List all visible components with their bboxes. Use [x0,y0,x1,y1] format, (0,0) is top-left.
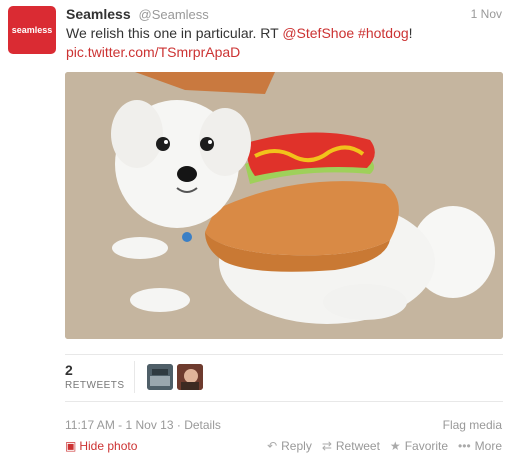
meta-separator: · [173,418,185,432]
more-label: More [474,439,502,453]
retweet-label: RETWEETS [65,380,125,391]
tweet-stats: 2 RETWEETS [65,355,503,401]
more-button[interactable]: ••• More [458,439,502,453]
divider [65,401,503,402]
mention-link[interactable]: @StefShoe [282,25,354,41]
ellipsis-icon: ••• [458,439,471,453]
star-icon: ★ [389,439,401,453]
reply-label: Reply [281,439,312,453]
dog-in-hotdog-costume-image [65,72,503,339]
favorite-label: Favorite [404,439,449,453]
fullname[interactable]: Seamless [66,6,131,22]
retweet-label: Retweet [335,439,380,453]
tweet-timestamp[interactable]: 1 Nov [471,7,502,21]
hide-photo-button[interactable]: ▣ Hide photo [65,439,137,453]
tweet-photo[interactable] [65,72,503,339]
retweet-button[interactable]: ⇄ Retweet [322,439,380,453]
tweet: seamless Seamless @Seamless 1 Nov We rel… [0,0,510,464]
photo-icon: ▣ [65,439,77,453]
tweet-meta: 11:17 AM - 1 Nov 13 · Details [65,418,221,432]
retweeter-avatar[interactable] [177,364,203,390]
reply-button[interactable]: ↶ Reply [267,439,312,453]
tweet-text-end: ! [408,25,413,41]
retweet-count[interactable]: 2 [65,362,73,378]
hide-photo-label: Hide photo [79,439,138,453]
stat-separator [134,361,135,393]
tweet-header: Seamless @Seamless [66,6,209,22]
tweet-actions: ↶ Reply ⇄ Retweet ★ Favorite ••• More [267,439,502,453]
tweet-text-body: We relish this one in particular. RT [66,25,283,41]
username[interactable]: @Seamless [139,7,209,22]
favorite-button[interactable]: ★ Favorite [390,439,448,453]
hashtag-link[interactable]: #hotdog [358,25,409,41]
avatar[interactable]: seamless [8,6,56,54]
retweet-icon: ⇄ [321,439,332,453]
details-link[interactable]: Details [184,418,221,432]
tweet-datetime: 11:17 AM - 1 Nov 13 [65,418,174,432]
tweet-text: We relish this one in particular. RT @St… [66,24,502,62]
flag-media-link[interactable]: Flag media [443,418,502,432]
avatar-logo-text: seamless [11,25,53,35]
retweeter-avatar[interactable] [147,364,173,390]
reply-icon: ↶ [267,439,278,453]
photo-link[interactable]: pic.twitter.com/TSmrprApaD [66,44,240,60]
